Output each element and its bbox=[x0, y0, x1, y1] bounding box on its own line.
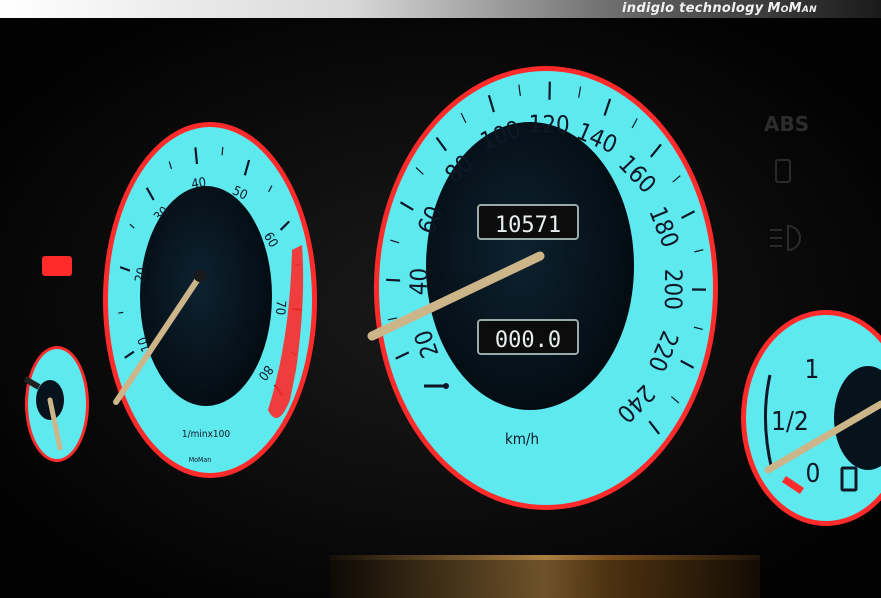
fuel-label-full: 1 bbox=[805, 355, 820, 385]
tachometer: 10203040 50607080 1/minx100 MoMan bbox=[103, 122, 317, 478]
brand-tagline: indiglo technology bbox=[622, 1, 764, 16]
fuel-label-empty: 0 bbox=[806, 459, 821, 489]
speedo-unit: km/h bbox=[505, 430, 539, 448]
trip-value: 000.0 bbox=[495, 328, 561, 353]
speedo-label: 200 bbox=[659, 269, 687, 310]
tick-mark bbox=[221, 146, 224, 156]
warning-light bbox=[42, 256, 72, 276]
tacho-unit: 1/minx100 bbox=[182, 429, 230, 440]
brand-caption: indiglo technology MoMan bbox=[622, 1, 817, 16]
speedo-label: 40 bbox=[405, 267, 434, 296]
tick-mark bbox=[118, 311, 124, 314]
odometer-value: 10571 bbox=[495, 213, 561, 238]
dashboard-photo: ABS 10203040 50607080 1/minx100 MoMan 204… bbox=[0, 18, 881, 598]
tacho-hub bbox=[194, 270, 206, 282]
tacho-label: 70 bbox=[272, 300, 288, 316]
tacho-maker: MoMan bbox=[189, 456, 212, 464]
tacho-label: 40 bbox=[190, 175, 207, 192]
abs-indicator-label: ABS bbox=[764, 112, 809, 136]
tacho-label: 20 bbox=[133, 266, 151, 284]
speedo-label: 120 bbox=[528, 110, 570, 139]
speedometer: 20406080100 120 140160180200220240 10571 0… bbox=[367, 66, 718, 510]
fuel-label-half: 1/2 bbox=[771, 407, 809, 437]
brand-logo: MoMan bbox=[767, 1, 817, 16]
tick-mark bbox=[386, 278, 401, 282]
